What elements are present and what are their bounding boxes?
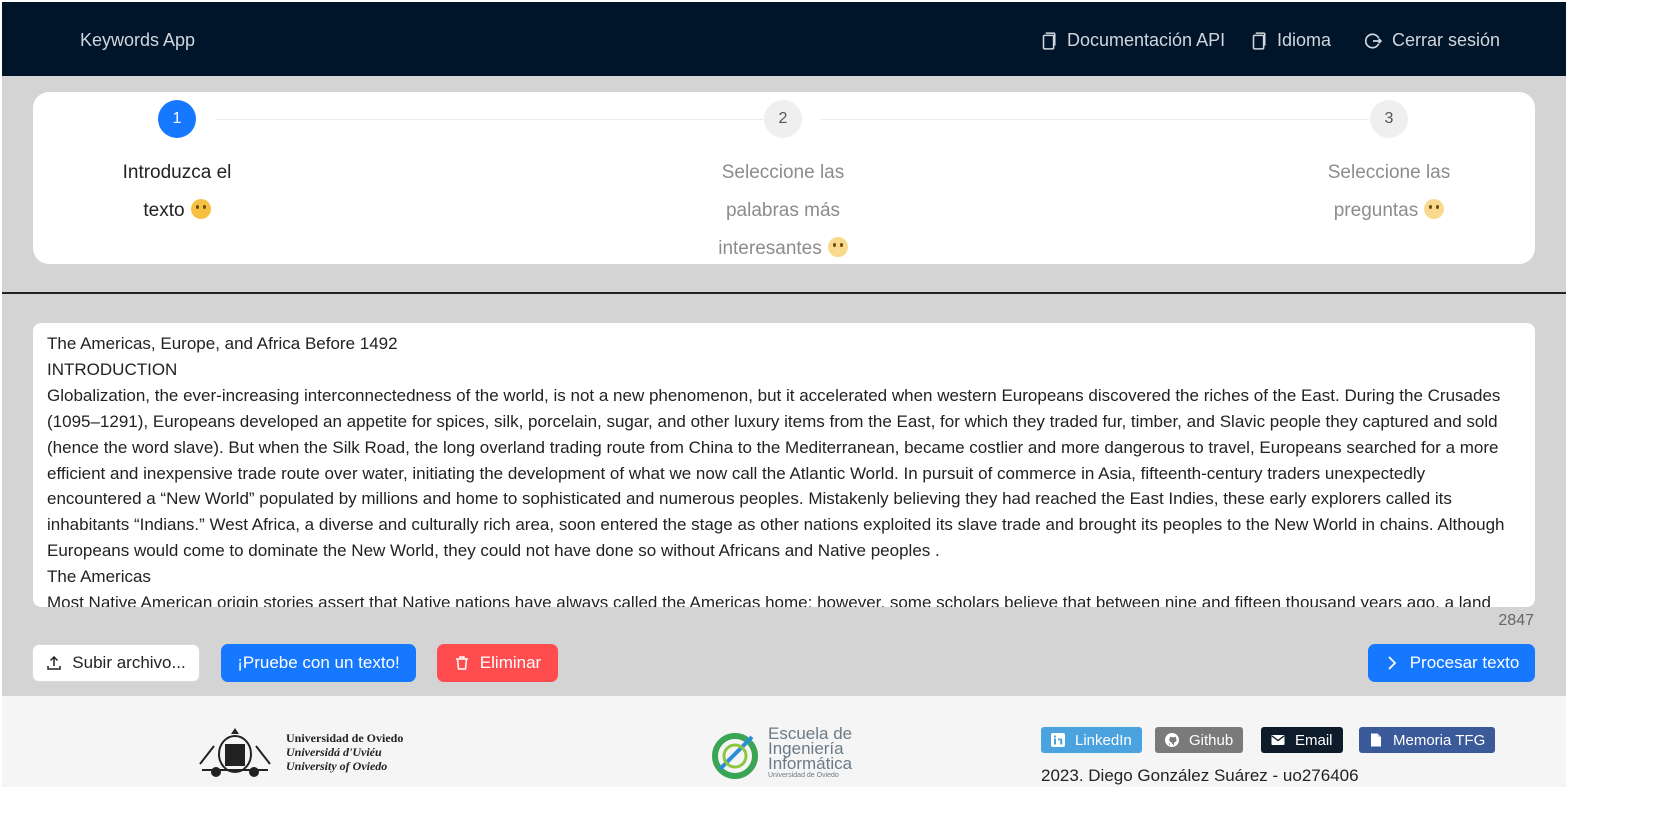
logout-icon <box>1364 32 1382 49</box>
delete-label: Eliminar <box>479 653 542 672</box>
silly-face-emoji-icon <box>190 199 211 219</box>
step-1-label-line: texto <box>143 200 185 221</box>
step-1-label: Introduzca el texto <box>107 154 247 230</box>
thesis-document-label: Memoria TFG <box>1393 731 1486 749</box>
upload-icon <box>47 655 62 670</box>
character-count: 2847 <box>1498 612 1534 629</box>
step-2-label: Seleccione las palabras más interesantes <box>713 154 853 268</box>
text-paragraph: INTRODUCTION <box>47 359 178 379</box>
try-sample-text-button[interactable]: ¡Pruebe con un texto! <box>221 644 416 682</box>
step-3-indicator: 3 <box>1370 100 1408 138</box>
university-name-line: University of Oviedo <box>286 759 388 773</box>
school-emblem-icon <box>712 732 758 779</box>
top-navbar: Keywords App Documentación API Idioma Ce… <box>2 2 1566 76</box>
nav-language[interactable]: Idioma <box>1249 30 1331 51</box>
step-2-label-line: interesantes <box>718 238 822 259</box>
nav-api-docs-label: Documentación API <box>1067 30 1226 50</box>
university-name-line: Universidad de Oviedo <box>286 731 404 745</box>
process-text-label: Procesar texto <box>1409 653 1520 672</box>
thinking-face-emoji-icon <box>827 237 848 257</box>
step-2-label-line: Seleccione las <box>721 162 845 183</box>
email-icon <box>1271 735 1285 745</box>
university-name-line: Universidá d'Uviéu <box>286 745 382 759</box>
upload-file-label: Subir archivo... <box>72 653 186 672</box>
step-3-label-line: preguntas <box>1333 200 1419 221</box>
step-1-indicator: 1 <box>158 100 196 138</box>
document-icon <box>1252 31 1266 50</box>
document-icon <box>1042 31 1056 50</box>
university-name: Universidad de Oviedo Universidá d'Uviéu… <box>286 731 403 773</box>
text-paragraph: Globalization, the ever-increasing inter… <box>47 385 1505 561</box>
app-brand[interactable]: Keywords App <box>80 30 195 51</box>
school-logo: Escuela de Ingeniería Informática Univer… <box>708 725 853 781</box>
nav-logout-label: Cerrar sesión <box>1392 30 1501 50</box>
file-icon <box>1371 733 1381 747</box>
trash-icon <box>455 656 468 670</box>
step-3-label: Seleccione las preguntas <box>1319 154 1459 230</box>
upload-file-button[interactable]: Subir archivo... <box>32 644 200 682</box>
email-link[interactable]: Email <box>1261 727 1343 753</box>
footer-credits: 2023. Diego González Suárez - uo276406 <box>1041 766 1359 785</box>
thesis-document-link[interactable]: Memoria TFG <box>1359 727 1496 753</box>
steps-card: 1 2 3 Introduzca el texto Seleccione las… <box>33 92 1535 264</box>
text-paragraph: The Americas <box>47 567 151 587</box>
nav-api-docs[interactable]: Documentación API <box>1039 30 1225 51</box>
try-sample-text-label: ¡Pruebe con un texto! <box>237 653 400 672</box>
page: Keywords App Documentación API Idioma Ce… <box>2 2 1566 787</box>
school-name-line: Informática <box>768 754 853 773</box>
linkedin-icon <box>1051 733 1065 747</box>
github-label: Github <box>1189 731 1234 749</box>
github-icon <box>1165 733 1179 747</box>
university-crest-icon <box>199 728 271 777</box>
github-link[interactable]: Github <box>1155 727 1244 753</box>
step-connector <box>215 119 763 120</box>
section-divider <box>2 292 1566 294</box>
step-connector <box>821 119 1369 120</box>
school-name: Escuela de Ingeniería Informática Univer… <box>768 725 853 781</box>
nav-language-label: Idioma <box>1277 30 1332 50</box>
nav-logout[interactable]: Cerrar sesión <box>1364 30 1500 51</box>
step-1-label-line: Introduzca el <box>122 162 232 183</box>
process-text-button[interactable]: Procesar texto <box>1368 644 1535 682</box>
footer: Universidad de Oviedo Universidá d'Uviéu… <box>2 696 1566 787</box>
email-label: Email <box>1295 731 1333 749</box>
text-paragraph: Most Native American origin stories asse… <box>47 593 1491 607</box>
linkedin-link[interactable]: LinkedIn <box>1041 727 1142 753</box>
text-paragraph: The Americas, Europe, and Africa Before … <box>47 334 398 353</box>
step-2-indicator: 2 <box>764 100 802 138</box>
linkedin-label: LinkedIn <box>1075 731 1132 749</box>
step-2-label-line: palabras más <box>725 200 841 221</box>
step-3-label-line: Seleccione las <box>1327 162 1451 183</box>
chevron-right-icon <box>1388 656 1396 670</box>
smiling-face-emoji-icon <box>1424 199 1445 219</box>
delete-button[interactable]: Eliminar <box>437 644 558 682</box>
text-input-area[interactable]: The Americas, Europe, and Africa Before … <box>33 323 1535 607</box>
university-logo: Universidad de Oviedo Universidá d'Uviéu… <box>198 724 403 780</box>
